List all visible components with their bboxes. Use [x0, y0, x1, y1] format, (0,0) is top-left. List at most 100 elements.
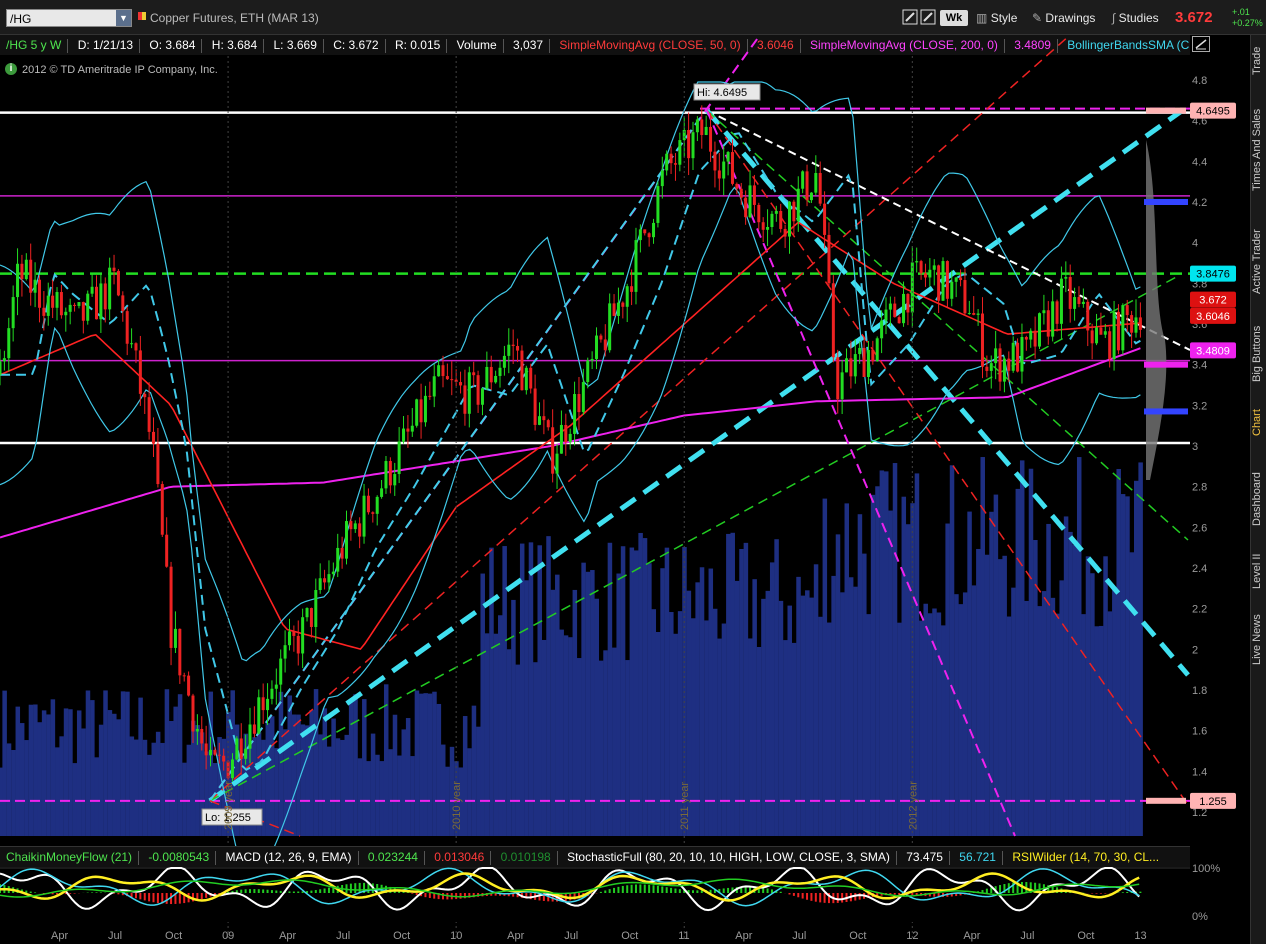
volume-bar [1129, 552, 1135, 836]
volume-bar [1081, 614, 1086, 836]
volume-bar [28, 704, 34, 836]
candle-body [301, 617, 305, 654]
volume-bar [471, 705, 477, 836]
candle-body [33, 279, 37, 293]
candle-body [283, 645, 287, 659]
candle-body [331, 571, 335, 575]
volume-bar [169, 721, 174, 836]
volume-bar [980, 457, 985, 836]
volume-bar [6, 743, 12, 836]
candle-body [752, 185, 756, 205]
volume-bar [98, 724, 104, 836]
candle-body [415, 399, 419, 426]
tab-active-trader[interactable]: Active Trader [1251, 217, 1266, 307]
candle-body [156, 443, 160, 485]
candle-body [713, 151, 717, 171]
candle-body [160, 484, 164, 535]
candle-body [529, 367, 533, 389]
candle-body [169, 566, 173, 648]
volume-bar [397, 755, 402, 836]
volume-bar [1076, 457, 1082, 836]
candle-body [687, 130, 691, 159]
volume-bar [506, 649, 512, 836]
volume-bar [405, 718, 411, 836]
candle-body [2, 358, 6, 362]
year-label: 2011 year [679, 782, 691, 830]
tab-dashboard[interactable]: Dashboard [1251, 463, 1266, 535]
time-tick-label: Apr [963, 930, 980, 942]
candle-body [1064, 277, 1068, 279]
volume-bar [1006, 616, 1012, 836]
candle-body [125, 311, 129, 344]
candle-body [735, 183, 739, 189]
candle-body [634, 240, 638, 292]
candle-body [384, 461, 388, 489]
volume-bar [546, 536, 551, 836]
candle-body [766, 226, 770, 230]
candle-body [388, 461, 392, 486]
candle-body [1038, 313, 1042, 347]
tab-big-buttons[interactable]: Big Buttons [1251, 317, 1266, 391]
candle-body [51, 295, 55, 308]
candle-body [345, 521, 349, 559]
candle-body [375, 496, 379, 514]
volume-bar [844, 503, 850, 836]
volume-profile-marker [1144, 408, 1188, 415]
stoch-value-2: 56.721 [959, 850, 996, 864]
macd-value-2: 0.013046 [434, 850, 485, 864]
candle-body [739, 188, 743, 198]
tab-live-news[interactable]: Live News [1251, 607, 1266, 673]
candle-body [498, 367, 502, 376]
candle-body [722, 161, 726, 179]
info-icon[interactable]: i [5, 63, 17, 75]
price-chart[interactable]: 1.21.41.61.822.22.42.62.833.23.43.63.844… [0, 0, 1250, 944]
volume-bar [24, 740, 29, 836]
volume-bar [691, 618, 696, 836]
volume-bar [322, 708, 328, 836]
candle-body [542, 416, 546, 421]
price-flag-label: 3.4809 [1196, 345, 1230, 357]
candle-body [915, 261, 919, 263]
time-tick-label: 11 [678, 930, 689, 942]
volume-bar [669, 612, 674, 836]
candle-body [406, 428, 410, 432]
candle-body [1068, 277, 1072, 309]
candle-body [537, 416, 541, 425]
volume-bar [362, 699, 367, 836]
candle-body [178, 628, 182, 676]
candle-body [787, 201, 791, 237]
candle-body [1081, 301, 1085, 304]
rsi-label[interactable]: RSIWilder (14, 70, 30, CL... [1012, 850, 1159, 864]
stoch-label[interactable]: StochasticFull (80, 20, 10, 10, HIGH, LO… [567, 850, 890, 864]
candle-body [318, 578, 322, 591]
volume-bar [72, 763, 78, 836]
candle-body [1042, 310, 1046, 314]
candle-body [130, 343, 134, 345]
candle-body [695, 119, 699, 133]
candle-body [257, 697, 261, 734]
tab-level-ii[interactable]: Level II [1251, 545, 1266, 597]
candle-body [0, 361, 2, 375]
price-tick-label: 4.8 [1192, 75, 1207, 87]
volume-bar [305, 725, 310, 836]
candle-body [963, 280, 967, 314]
volume-bar [1120, 494, 1126, 836]
volume-bar [19, 723, 25, 836]
tab-chart[interactable]: Chart [1251, 403, 1266, 443]
time-tick-label: Apr [51, 930, 68, 942]
volume-bar [734, 580, 740, 836]
candle-body [108, 267, 112, 310]
candle-body [831, 283, 835, 358]
volume-profile [1146, 140, 1167, 480]
volume-bar [291, 714, 297, 836]
candle-body [884, 309, 888, 321]
tab-times-and-sales[interactable]: Times And Sales [1251, 95, 1266, 205]
volume-bar [941, 625, 946, 836]
time-tick-label: Oct [849, 930, 866, 942]
volume-bar [598, 660, 604, 836]
candle-body [191, 695, 195, 732]
volume-bar [423, 693, 428, 836]
cmf-label[interactable]: ChaikinMoneyFlow (21) [0, 850, 132, 864]
macd-label[interactable]: MACD (12, 26, 9, EMA) [225, 850, 351, 864]
tab-trade[interactable]: Trade [1251, 41, 1266, 81]
